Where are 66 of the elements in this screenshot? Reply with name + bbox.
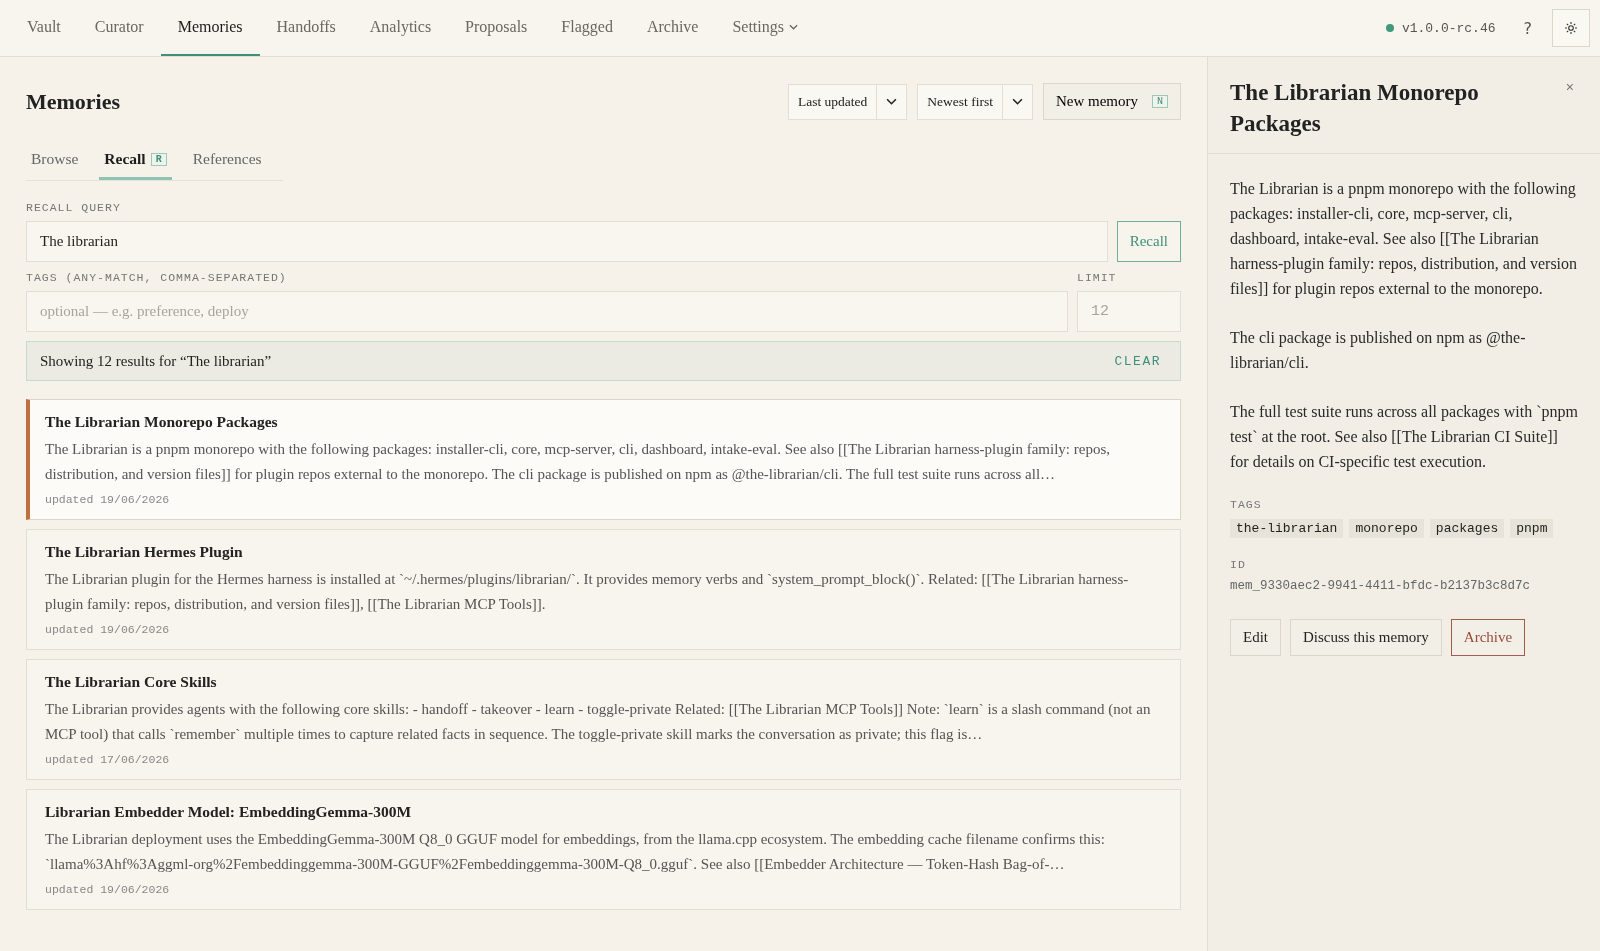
- updated-date: updated 19/06/2026: [45, 623, 171, 636]
- nav-tab[interactable]: Settings: [715, 0, 815, 56]
- nav-tab[interactable]: Handoffs: [259, 0, 353, 56]
- nav-tab[interactable]: Analytics: [352, 0, 449, 56]
- updated-date: updated 19/06/2026: [45, 493, 171, 506]
- memory-title: The Librarian Hermes Plugin: [45, 543, 244, 561]
- action-button[interactable]: Edit: [1230, 619, 1281, 656]
- shortcut-key: R: [150, 152, 167, 166]
- clear-button[interactable]: CLEAR: [1108, 352, 1167, 370]
- memory-excerpt: The Librarian deployment uses the EmbeddingGemma-300M Q8_0 GGUF model for embeddings, from the llama.cpp ecosystem. The embedding cache filename confirms this: `llama%3Ahf%3Aggml-org%2Fembeddinggemma-300M-GGUF%2Fembeddinggemma-300M-Q8_0.gguf`. See also [[Embedder Architecture — Token-Hash Bag-of-…: [45, 830, 1106, 874]
- memory-id: mem_9330aec2-9941-4411-bfdc-b2137b3c8d7c: [1230, 579, 1532, 593]
- tags-label: TAGS: [1230, 498, 1263, 511]
- sun-icon: [1565, 22, 1577, 34]
- detail-paragraph: The cli package is published on npm as @the-librarian/cli.: [1230, 328, 1527, 373]
- memory-title: The Librarian Monorepo Packages: [45, 413, 279, 431]
- nav-tab[interactable]: Curator: [77, 0, 161, 56]
- nav-tab[interactable]: Vault: [10, 0, 78, 56]
- tags-field[interactable]: optional — e.g. preference, deploy: [26, 291, 1068, 332]
- new-memory-button[interactable]: New memory N: [1042, 83, 1181, 120]
- chevron-icon: [886, 98, 898, 105]
- chevron-icon: [1011, 98, 1023, 105]
- close-button[interactable]: ×: [1559, 77, 1580, 97]
- nav-tab[interactable]: Flagged: [544, 0, 630, 56]
- detail-paragraph: The full test suite runs across all packages with `pnpm test` at the root. See also [[The Librarian CI Suite]] for details on CI-specific test execution.: [1230, 402, 1578, 473]
- detail-paragraph: The Librarian is a pnpm monorepo with the following packages: installer-cli, core, mcp-server, cli, dashboard, intake-eval. See also [[The Librarian harness-plugin family: repos, distribution, and version files]] for plugin repos external to the monorepo.: [1230, 179, 1578, 300]
- memory-card[interactable]: [26, 399, 1181, 520]
- memory-title: The Librarian Core Skills: [45, 673, 218, 691]
- nav-tab[interactable]: Archive: [629, 0, 716, 56]
- help-button[interactable]: ?: [1517, 17, 1538, 39]
- tag-chip[interactable]: monorepo: [1349, 519, 1424, 538]
- tab[interactable]: Recall R: [99, 142, 172, 180]
- nav-tab[interactable]: Proposals: [448, 0, 545, 56]
- tag-chip[interactable]: the-librarian: [1230, 519, 1344, 538]
- memory-card[interactable]: [26, 659, 1181, 780]
- status-dot: [1385, 24, 1394, 32]
- tag-chip[interactable]: pnpm: [1510, 519, 1554, 538]
- updated-date: updated 19/06/2026: [45, 883, 171, 896]
- detail-title: The Librarian Monorepo Packages: [1230, 79, 1480, 138]
- id-label: ID: [1230, 558, 1247, 571]
- memory-excerpt: The Librarian provides agents with the following core skills: - handoff - takeover - learn - toggle-private Related: [[The Librarian MCP Tools]] Note: `learn` is a slash command (not an MCP tool) that calls `remember` multiple times to capture related facts in sequence. The toggle-private skill marks the conversation as private; this flag is…: [45, 700, 1152, 744]
- shortcut-key: N: [1152, 95, 1168, 108]
- tab[interactable]: Browse: [26, 142, 84, 180]
- version-label: v1.0.0-rc.46: [1401, 20, 1496, 36]
- query-field[interactable]: The librarian: [26, 221, 1108, 262]
- field-label: LIMIT: [1077, 271, 1118, 284]
- limit-field[interactable]: 12: [1077, 291, 1181, 332]
- action-button[interactable]: Archive: [1450, 619, 1526, 656]
- field-label: RECALL QUERY: [26, 201, 122, 214]
- page-title: Memories: [26, 88, 122, 115]
- recall-button[interactable]: Recall: [1116, 221, 1181, 262]
- tag-chip[interactable]: packages: [1429, 519, 1505, 538]
- field-label: TAGS (ANY-MATCH, COMMA-SEPARATED): [26, 271, 288, 284]
- memory-card[interactable]: [26, 529, 1181, 650]
- memory-title: Librarian Embedder Model: EmbeddingGemma-300M: [45, 803, 413, 821]
- sort-order-select[interactable]: Newest first: [917, 83, 1033, 120]
- memory-card[interactable]: [26, 789, 1181, 910]
- chevron-icon: [789, 24, 798, 30]
- action-button[interactable]: Discuss this memory: [1290, 619, 1442, 656]
- theme-toggle-button[interactable]: [1552, 9, 1590, 47]
- sort-field-select[interactable]: Last updated: [787, 83, 908, 120]
- nav-tab[interactable]: Memories: [160, 0, 260, 56]
- tab[interactable]: References: [187, 142, 267, 180]
- memory-excerpt: The Librarian is a pnpm monorepo with the following packages: installer-cli, core, mcp-server, cli, dashboard, intake-eval. See also [[The Librarian harness-plugin family: repos, distribution, and version files]] for plugin repos external to the monorepo. The cli package is published on npm as @the-librarian/cli. The full test suite runs across all…: [45, 440, 1111, 484]
- updated-date: updated 17/06/2026: [45, 753, 171, 766]
- results-summary: Showing 12 results for “The librarian”: [40, 352, 272, 370]
- memory-excerpt: The Librarian plugin for the Hermes harness is installed at `~/.hermes/plugins/librarian/`. It provides memory verbs and `system_prompt_block()`. Related: [[The Librarian harness-plugin family: repos, distribution, and version files]], [[The Librarian MCP Tools]].: [45, 570, 1130, 614]
